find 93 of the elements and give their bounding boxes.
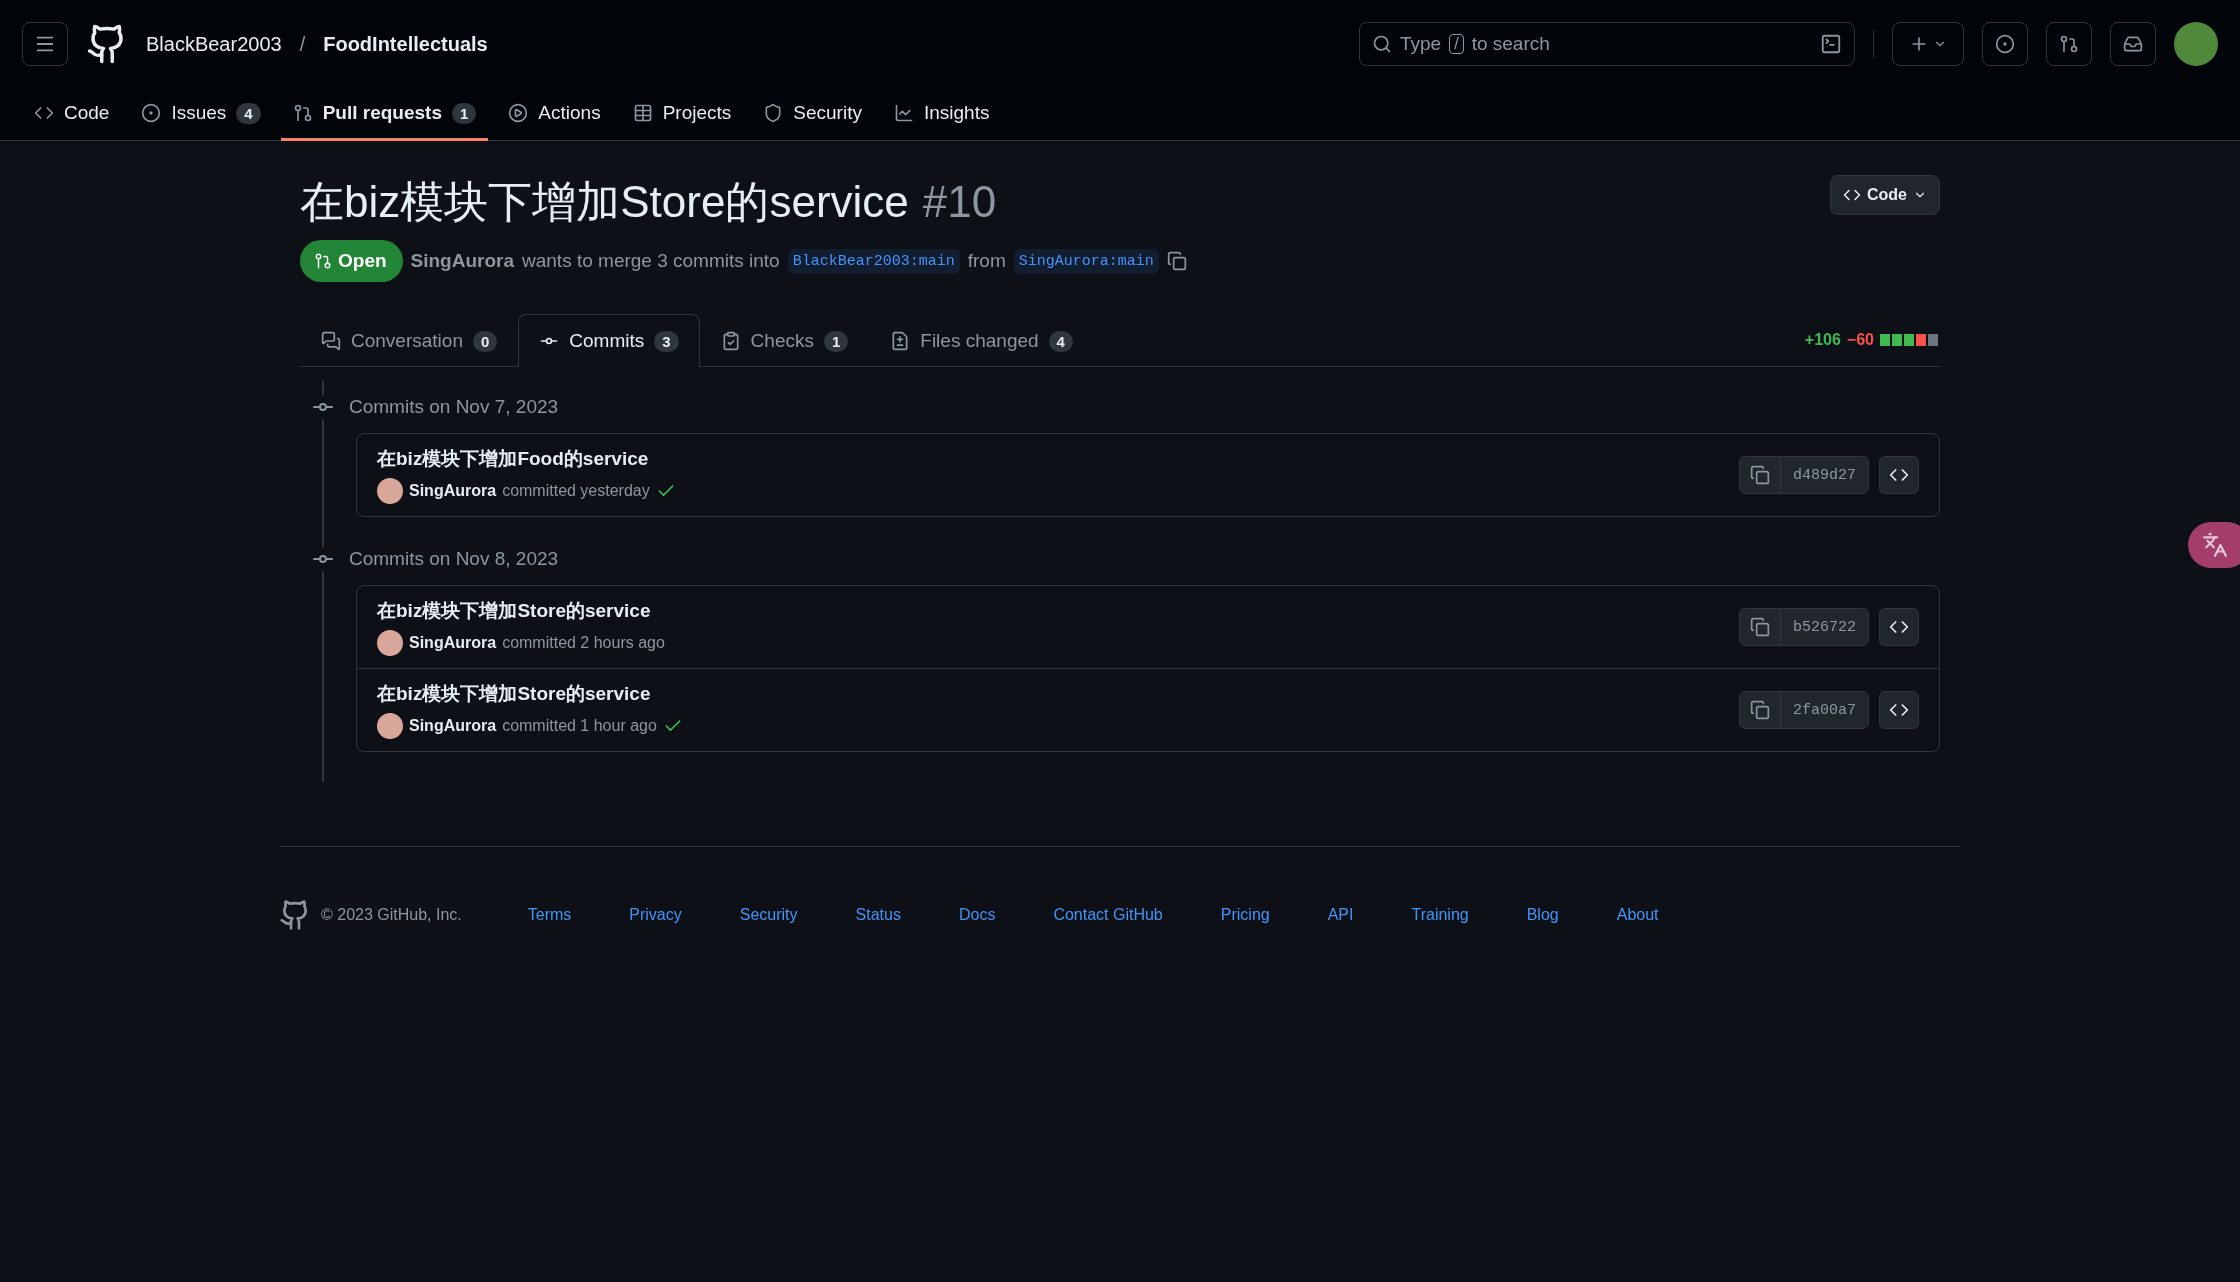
diffstat-icon	[1880, 334, 1940, 346]
additions-count: +106	[1804, 331, 1841, 349]
commit-date-heading: Commits on Nov 8, 2023	[349, 548, 559, 570]
pr-tab[interactable]: Commits 3	[518, 314, 700, 367]
commit-sha-link[interactable]: d489d27	[1780, 457, 1868, 493]
pr-number: #10	[922, 177, 997, 226]
shield-icon	[763, 103, 784, 123]
copy-icon	[1750, 617, 1770, 637]
pr-tab[interactable]: Files changed 4	[869, 314, 1094, 367]
issue-icon	[141, 103, 162, 123]
pull-request-icon	[314, 252, 332, 270]
footer-link[interactable]: Blog	[1526, 906, 1559, 924]
pr-tab[interactable]: Checks 1	[699, 314, 870, 367]
user-avatar[interactable]	[2174, 22, 2218, 66]
menu-button[interactable]	[22, 22, 68, 66]
author-avatar	[377, 713, 403, 739]
browse-code-button[interactable]	[1879, 608, 1919, 646]
pull-request-icon	[292, 103, 313, 123]
comment-icon	[321, 331, 341, 351]
repo-link[interactable]: FoodIntellectuals	[323, 32, 488, 56]
footer-link[interactable]: Security	[739, 906, 798, 924]
table-icon	[632, 103, 653, 123]
count-badge: 4	[236, 102, 261, 124]
search-placeholder: to search	[1471, 33, 1550, 55]
footer-link[interactable]: Status	[855, 906, 901, 924]
graph-icon	[893, 103, 914, 123]
copy-icon	[1750, 700, 1770, 720]
footer-link[interactable]: Terms	[527, 906, 572, 924]
footer-link[interactable]: Contact GitHub	[1053, 906, 1163, 924]
commit-time: committed yesterday	[502, 482, 650, 500]
repo-nav-tab[interactable]: Projects	[620, 88, 744, 141]
count-badge: 1	[452, 102, 477, 124]
footer-link[interactable]: Docs	[958, 906, 996, 924]
breadcrumb-separator: /	[299, 32, 306, 56]
repo-nav-tab[interactable]: Insights	[881, 88, 1002, 141]
repo-nav-tab[interactable]: Actions	[496, 88, 613, 141]
pr-author[interactable]: SingAurora	[410, 250, 514, 272]
play-icon	[508, 103, 529, 123]
pr-state-badge: Open	[300, 240, 403, 282]
count-badge: 3	[654, 330, 679, 352]
footer-link[interactable]: API	[1327, 906, 1354, 924]
inbox-icon	[2123, 34, 2143, 54]
base-branch-link[interactable]: BlackBear2003:main	[787, 248, 960, 274]
count-badge: 4	[1048, 330, 1073, 352]
footer-link[interactable]: Privacy	[629, 906, 682, 924]
file-diff-icon	[890, 331, 911, 351]
commit-message-link[interactable]: 在biz模块下增加Food的service	[377, 446, 676, 472]
commit-time: committed 2 hours ago	[502, 634, 665, 652]
copyright-text: © 2023 GitHub, Inc.	[321, 906, 462, 924]
author-avatar	[377, 478, 403, 504]
search-placeholder: Type	[1400, 33, 1442, 55]
translate-icon	[2202, 532, 2228, 558]
commit-sha-link[interactable]: b526722	[1780, 609, 1868, 645]
issues-button[interactable]	[1982, 22, 2028, 66]
repo-nav-tab[interactable]: Security	[751, 88, 874, 141]
inbox-button[interactable]	[2110, 22, 2156, 66]
footer-link[interactable]: Training	[1411, 906, 1469, 924]
repo-nav-tab[interactable]: Code	[22, 88, 122, 141]
commit-message-link[interactable]: 在biz模块下增加Store的service	[377, 681, 683, 707]
search-field[interactable]: Type / to search	[1359, 22, 1855, 66]
issue-icon	[1995, 34, 2015, 54]
search-icon	[1372, 34, 1392, 54]
count-badge: 1	[823, 330, 849, 352]
merge-text: wants to merge 3 commits into	[522, 250, 780, 272]
author-avatar	[377, 630, 403, 656]
commit-author[interactable]: SingAurora	[409, 482, 497, 500]
pull-requests-button[interactable]	[2046, 22, 2092, 66]
footer-link[interactable]: About	[1616, 906, 1659, 924]
translate-button[interactable]	[2188, 522, 2240, 568]
commit-author[interactable]: SingAurora	[409, 634, 497, 652]
copy-icon	[1750, 465, 1770, 485]
head-branch-link[interactable]: SingAurora:main	[1013, 248, 1159, 274]
commit-message-link[interactable]: 在biz模块下增加Store的service	[377, 598, 665, 624]
pr-tab[interactable]: Conversation 0	[300, 314, 519, 367]
browse-code-button[interactable]	[1879, 691, 1919, 729]
owner-link[interactable]: BlackBear2003	[146, 32, 282, 56]
commit-date-heading: Commits on Nov 7, 2023	[349, 396, 559, 418]
browse-code-button[interactable]	[1879, 456, 1919, 494]
commit-author[interactable]: SingAurora	[409, 717, 497, 735]
copy-icon[interactable]	[1166, 251, 1187, 271]
pr-title: 在biz模块下增加Store的service #10	[300, 176, 997, 228]
pull-request-icon	[2059, 34, 2079, 54]
count-badge: 0	[472, 330, 498, 352]
commit-sha-link[interactable]: 2fa00a7	[1780, 692, 1868, 728]
from-text: from	[967, 250, 1006, 272]
command-palette-icon[interactable]	[1820, 33, 1842, 55]
code-button[interactable]: Code	[1830, 175, 1940, 215]
deletions-count: −60	[1846, 331, 1874, 349]
footer-link[interactable]: Pricing	[1220, 906, 1270, 924]
commit-time: committed 1 hour ago	[502, 717, 657, 735]
shortcut-key: /	[1449, 34, 1464, 54]
repo-nav-tab[interactable]: Issues 4	[129, 88, 273, 141]
repo-nav-tab[interactable]: Pull requests 1	[280, 88, 489, 141]
